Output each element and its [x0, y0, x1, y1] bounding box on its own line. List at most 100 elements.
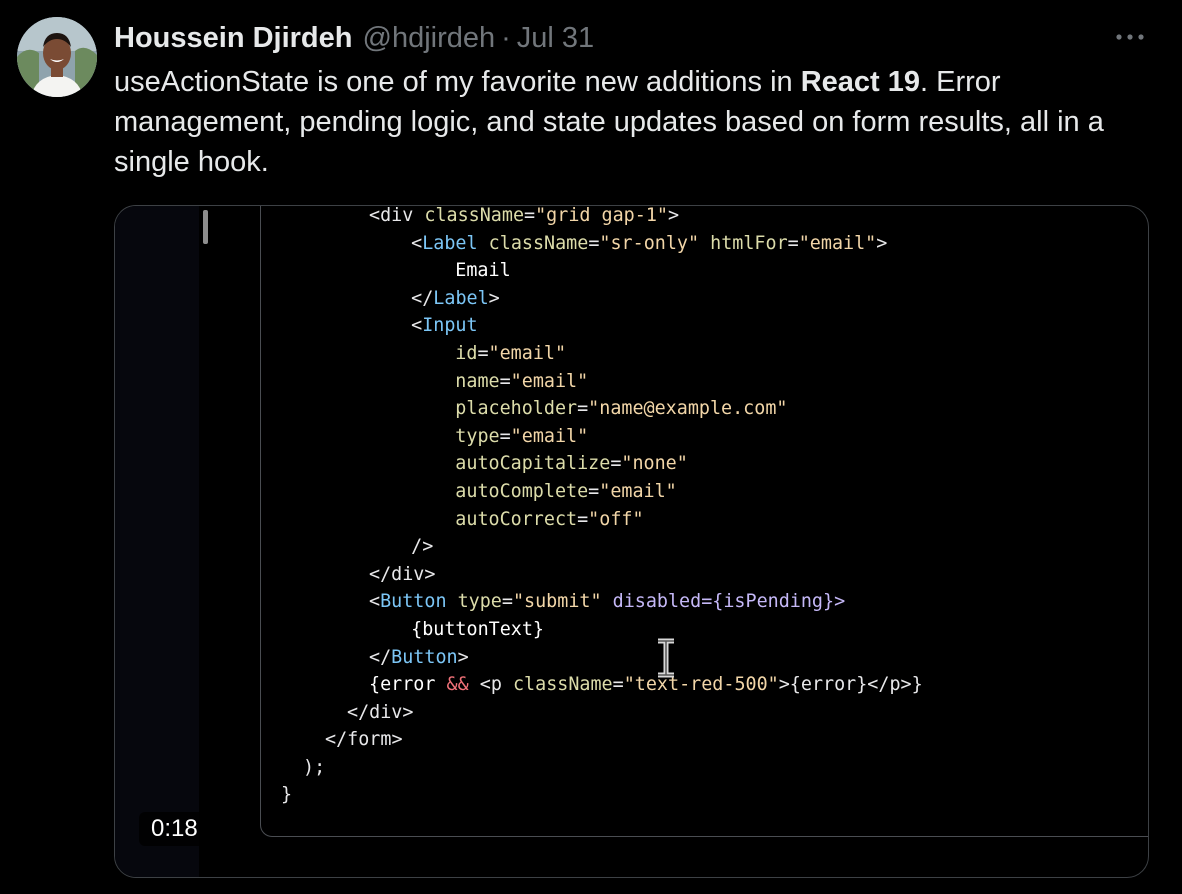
code-token: "grid gap-1" [535, 205, 668, 226]
code-line: name="email" [261, 368, 923, 396]
code-token: {buttonText} [389, 618, 545, 640]
code-token: > [457, 646, 469, 668]
code-token: type [457, 591, 502, 613]
code-token: autoCorrect [455, 508, 578, 530]
code-token: Button [391, 646, 458, 668]
code-token: "email" [510, 425, 589, 447]
code-token: p [490, 674, 502, 696]
code-token: "email" [488, 342, 567, 364]
code-token: = [501, 591, 513, 613]
code-token: type [455, 425, 500, 447]
code-line: autoCapitalize="none" [261, 450, 923, 478]
tweet-header: Houssein Djirdeh @hdjirdeh · Jul 31 [114, 20, 594, 56]
code-token: < [389, 315, 423, 337]
code-token: > [667, 205, 680, 226]
code-line: placeholder="name@example.com" [261, 395, 923, 423]
code-token: = [577, 508, 589, 530]
code-line: </div> [261, 699, 923, 727]
code-token: > [391, 729, 403, 751]
header-separator: · [501, 21, 511, 54]
code-token: }> [823, 591, 846, 613]
post-date[interactable]: Jul 31 [517, 22, 594, 55]
code-token: < [389, 232, 423, 254]
code-token: Label [422, 232, 478, 254]
code-token: autoComplete [455, 480, 589, 502]
code-line: /> [261, 533, 923, 561]
code-token: </ [369, 563, 392, 585]
code-token: = [588, 232, 600, 254]
code-token: id [455, 342, 478, 364]
code-token: = [610, 453, 622, 475]
code-token: name [455, 370, 500, 392]
code-line: <Label className="sr-only" htmlFor="emai… [261, 230, 923, 258]
author-avatar[interactable] [17, 17, 97, 97]
code-line: Email [261, 257, 923, 285]
code-line: <Input [261, 312, 923, 340]
code-token: = [524, 205, 536, 226]
code-token: disabled [612, 591, 702, 613]
code-token: < [468, 674, 491, 696]
tweet-text-before: useActionState is one of my favorite new… [114, 66, 801, 98]
avatar-photo [17, 17, 97, 97]
code-token: isPending [723, 591, 824, 613]
code-token: > [488, 287, 500, 309]
code-line: {error && <p className="text-red-500">{e… [261, 671, 923, 699]
code-line: autoCorrect="off" [261, 506, 923, 534]
code-token: = [612, 674, 624, 696]
code-line: </form> [261, 726, 923, 754]
code-token: className [424, 205, 525, 226]
code-token: </ [389, 287, 434, 309]
editor-gutter [115, 206, 199, 877]
code-token: "sr-only" [599, 232, 700, 254]
code-token: "submit" [512, 591, 602, 613]
code-line: </Label> [261, 285, 923, 313]
code-token: Button [380, 591, 447, 613]
code-panel: <div className="grid gap-1"> <Label clas… [260, 205, 1148, 837]
code-token: p [889, 674, 901, 696]
code-token: {error [369, 674, 447, 696]
code-token: "email" [599, 480, 677, 502]
video-player[interactable]: <div className="grid gap-1"> <Label clas… [114, 205, 1149, 878]
code-token: /> [389, 536, 434, 558]
code-token: && [446, 674, 469, 696]
editor-scrollbar-thumb [203, 210, 208, 244]
code-token: div [391, 563, 425, 585]
code-token: > [402, 701, 414, 723]
code-token: </ [325, 729, 348, 751]
code-token: > [424, 563, 436, 585]
text-cursor-icon [658, 638, 674, 678]
code-token: = [588, 480, 600, 502]
code-line: autoComplete="email" [261, 478, 923, 506]
code-token: >{error}</ [778, 674, 890, 696]
code-line: {buttonText} [261, 616, 923, 644]
code-token: "name@example.com" [588, 398, 788, 420]
more-options-button[interactable] [1108, 22, 1152, 52]
code-token: > [876, 232, 888, 254]
code-token: </ [369, 646, 392, 668]
code-token: "text-red-500" [623, 674, 779, 696]
code-line: id="email" [261, 340, 923, 368]
code-token: = [787, 232, 799, 254]
code-token: ={ [701, 591, 724, 613]
code-token: Label [433, 287, 489, 309]
code-token: div [369, 701, 403, 723]
code-token: >} [900, 674, 923, 696]
code-line: </div> [261, 561, 923, 589]
code-line: <Button type="submit" disabled={isPendin… [261, 588, 923, 616]
author-handle[interactable]: @hdjirdeh [363, 22, 496, 55]
code-token: } [281, 784, 293, 806]
code-token: className [488, 232, 589, 254]
tweet-text-bold: React 19 [800, 66, 921, 98]
code-token: placeholder [455, 398, 578, 420]
code-token: Input [422, 315, 478, 337]
author-name[interactable]: Houssein Djirdeh [114, 22, 353, 55]
code-line: ); [261, 754, 923, 782]
